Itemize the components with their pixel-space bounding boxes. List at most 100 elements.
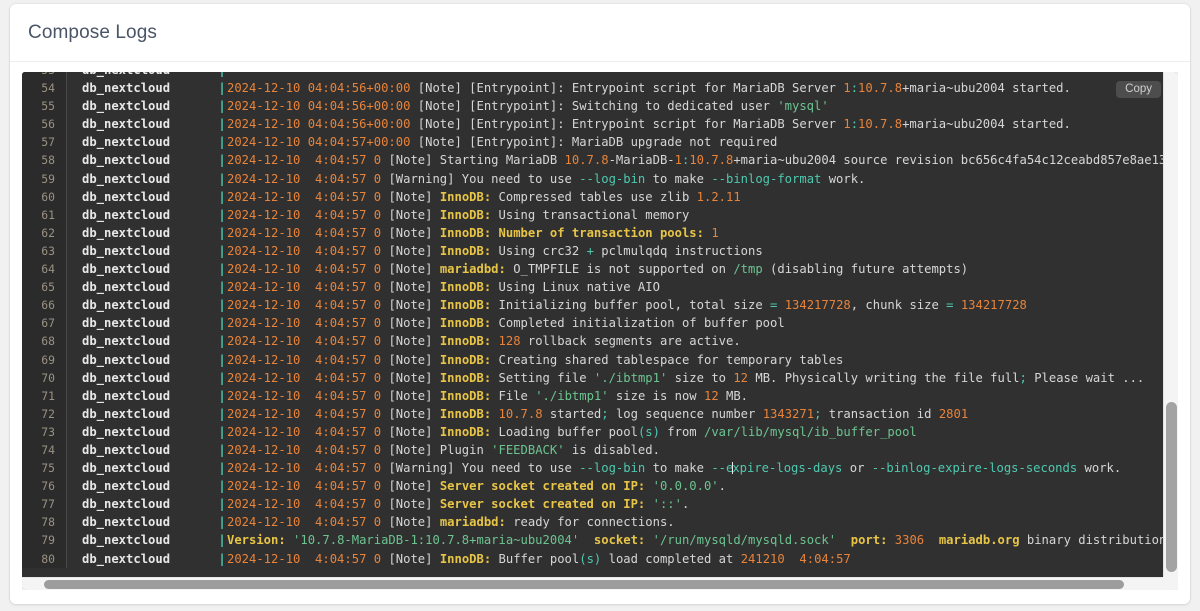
log-line: 75db_nextcloud|2024-12-10 4:04:57 0 [War…: [22, 459, 1163, 477]
log-line: 53db_nextcloud|: [22, 72, 1163, 79]
log-service-name: db_nextcloud: [67, 278, 217, 296]
log-message: 2024-12-10 4:04:57 0 [Note] InnoDB: 128 …: [227, 332, 741, 350]
log-line-number: 67: [22, 314, 66, 332]
log-service-name: db_nextcloud: [67, 332, 217, 350]
log-service-name: db_nextcloud: [67, 405, 217, 423]
log-service-separator: |: [217, 513, 227, 531]
log-message: 2024-12-10 4:04:57 0 [Note] Server socke…: [227, 495, 689, 513]
log-message: 2024-12-10 04:04:57+00:00 [Note] [Entryp…: [227, 133, 777, 151]
log-service-separator: |: [217, 72, 227, 79]
log-line-number: 71: [22, 387, 66, 405]
log-service-name: db_nextcloud: [67, 369, 217, 387]
card-header: Compose Logs: [10, 4, 1190, 62]
log-line: 80db_nextcloud|2024-12-10 4:04:57 0 [Not…: [22, 550, 1163, 568]
log-line-number: 62: [22, 224, 66, 242]
log-line-number: 53: [22, 72, 66, 79]
log-message: 2024-12-10 4:04:57 0 [Note] InnoDB: Usin…: [227, 206, 689, 224]
log-message: 2024-12-10 4:04:57 0 [Note] InnoDB: 10.7…: [227, 405, 968, 423]
log-line-number: 64: [22, 260, 66, 278]
log-service-name: db_nextcloud: [67, 133, 217, 151]
log-service-separator: |: [217, 260, 227, 278]
horizontal-scrollbar[interactable]: [22, 577, 1178, 590]
log-service-name: db_nextcloud: [67, 477, 217, 495]
log-service-separator: |: [217, 170, 227, 188]
log-service-name: db_nextcloud: [67, 151, 217, 169]
horizontal-scrollbar-thumb[interactable]: [44, 580, 1124, 589]
log-line-number: 68: [22, 332, 66, 350]
log-service-separator: |: [217, 477, 227, 495]
log-message: 2024-12-10 04:04:56+00:00 [Note] [Entryp…: [227, 97, 829, 115]
card-body: 53db_nextcloud|54db_nextcloud|2024-12-10…: [10, 62, 1190, 604]
log-message: 2024-12-10 4:04:57 0 [Note] InnoDB: Comp…: [227, 188, 741, 206]
log-service-separator: |: [217, 97, 227, 115]
log-service-separator: |: [217, 242, 227, 260]
log-service-separator: |: [217, 314, 227, 332]
log-message: Version: '10.7.8-MariaDB-1:10.7.8+maria~…: [227, 531, 1163, 549]
log-service-name: db_nextcloud: [67, 170, 217, 188]
log-line: 63db_nextcloud|2024-12-10 4:04:57 0 [Not…: [22, 242, 1163, 260]
log-line-number: 69: [22, 351, 66, 369]
log-message: 2024-12-10 4:04:57 0 [Note] InnoDB: Sett…: [227, 369, 1144, 387]
log-service-separator: |: [217, 459, 227, 477]
log-service-name: db_nextcloud: [67, 441, 217, 459]
log-message: 2024-12-10 4:04:57 0 [Note] Plugin 'FEED…: [227, 441, 660, 459]
log-service-name: db_nextcloud: [67, 242, 217, 260]
log-line: 69db_nextcloud|2024-12-10 4:04:57 0 [Not…: [22, 351, 1163, 369]
log-line: 71db_nextcloud|2024-12-10 4:04:57 0 [Not…: [22, 387, 1163, 405]
log-line-number: 60: [22, 188, 66, 206]
log-service-separator: |: [217, 151, 227, 169]
log-message: 2024-12-10 4:04:57 0 [Warning] You need …: [227, 170, 865, 188]
log-service-name: db_nextcloud: [67, 260, 217, 278]
log-viewport[interactable]: 53db_nextcloud|54db_nextcloud|2024-12-10…: [22, 72, 1163, 577]
log-line-number: 77: [22, 495, 66, 513]
log-service-name: db_nextcloud: [67, 531, 217, 549]
log-line: 58db_nextcloud|2024-12-10 4:04:57 0 [Not…: [22, 151, 1163, 169]
log-service-separator: |: [217, 224, 227, 242]
log-line: 76db_nextcloud|2024-12-10 4:04:57 0 [Not…: [22, 477, 1163, 495]
log-message: 2024-12-10 4:04:57 0 [Note] InnoDB: File…: [227, 387, 748, 405]
log-service-separator: |: [217, 133, 227, 151]
log-line: 66db_nextcloud|2024-12-10 4:04:57 0 [Not…: [22, 296, 1163, 314]
log-message: 2024-12-10 04:04:56+00:00 [Note] [Entryp…: [227, 79, 1071, 97]
log-line-number: 74: [22, 441, 66, 459]
log-service-separator: |: [217, 423, 227, 441]
log-message: 2024-12-10 4:04:57 0 [Note] InnoDB: Comp…: [227, 314, 785, 332]
vertical-scrollbar-thumb[interactable]: [1166, 402, 1177, 572]
log-line: 61db_nextcloud|2024-12-10 4:04:57 0 [Not…: [22, 206, 1163, 224]
scrollbar-corner: [1163, 577, 1178, 590]
log-service-name: db_nextcloud: [67, 550, 217, 568]
log-message: 2024-12-10 4:04:57 0 [Note] InnoDB: Numb…: [227, 224, 719, 242]
log-line-list: 53db_nextcloud|54db_nextcloud|2024-12-10…: [22, 72, 1163, 568]
log-line: 73db_nextcloud|2024-12-10 4:04:57 0 [Not…: [22, 423, 1163, 441]
log-message: 2024-12-10 4:04:57 0 [Note] InnoDB: Usin…: [227, 278, 660, 296]
log-line-number: 65: [22, 278, 66, 296]
log-line: 60db_nextcloud|2024-12-10 4:04:57 0 [Not…: [22, 188, 1163, 206]
log-message: 2024-12-10 4:04:57 0 [Note] mariadbd: re…: [227, 513, 675, 531]
log-service-name: db_nextcloud: [67, 296, 217, 314]
log-message: 2024-12-10 4:04:57 0 [Warning] You need …: [227, 459, 1121, 477]
log-service-separator: |: [217, 79, 227, 97]
log-message: 2024-12-10 4:04:57 0 [Note] InnoDB: Load…: [227, 423, 917, 441]
log-line: 54db_nextcloud|2024-12-10 04:04:56+00:00…: [22, 79, 1163, 97]
log-service-separator: |: [217, 405, 227, 423]
log-line: 62db_nextcloud|2024-12-10 4:04:57 0 [Not…: [22, 224, 1163, 242]
copy-button[interactable]: Copy: [1116, 81, 1161, 98]
log-service-name: db_nextcloud: [67, 206, 217, 224]
log-line-number: 63: [22, 242, 66, 260]
log-service-name: db_nextcloud: [67, 495, 217, 513]
page-title: Compose Logs: [28, 22, 157, 44]
log-service-name: db_nextcloud: [67, 115, 217, 133]
log-service-separator: |: [217, 441, 227, 459]
log-service-separator: |: [217, 387, 227, 405]
vertical-scrollbar[interactable]: [1163, 72, 1178, 577]
log-service-separator: |: [217, 188, 227, 206]
log-line: 77db_nextcloud|2024-12-10 4:04:57 0 [Not…: [22, 495, 1163, 513]
log-line-number: 56: [22, 115, 66, 133]
log-line: 55db_nextcloud|2024-12-10 04:04:56+00:00…: [22, 97, 1163, 115]
log-service-name: db_nextcloud: [67, 72, 217, 79]
log-line-number: 79: [22, 531, 66, 549]
log-message: 2024-12-10 4:04:57 0 [Note] InnoDB: Init…: [227, 296, 1027, 314]
log-line: 67db_nextcloud|2024-12-10 4:04:57 0 [Not…: [22, 314, 1163, 332]
log-line: 59db_nextcloud|2024-12-10 4:04:57 0 [War…: [22, 170, 1163, 188]
log-service-separator: |: [217, 495, 227, 513]
